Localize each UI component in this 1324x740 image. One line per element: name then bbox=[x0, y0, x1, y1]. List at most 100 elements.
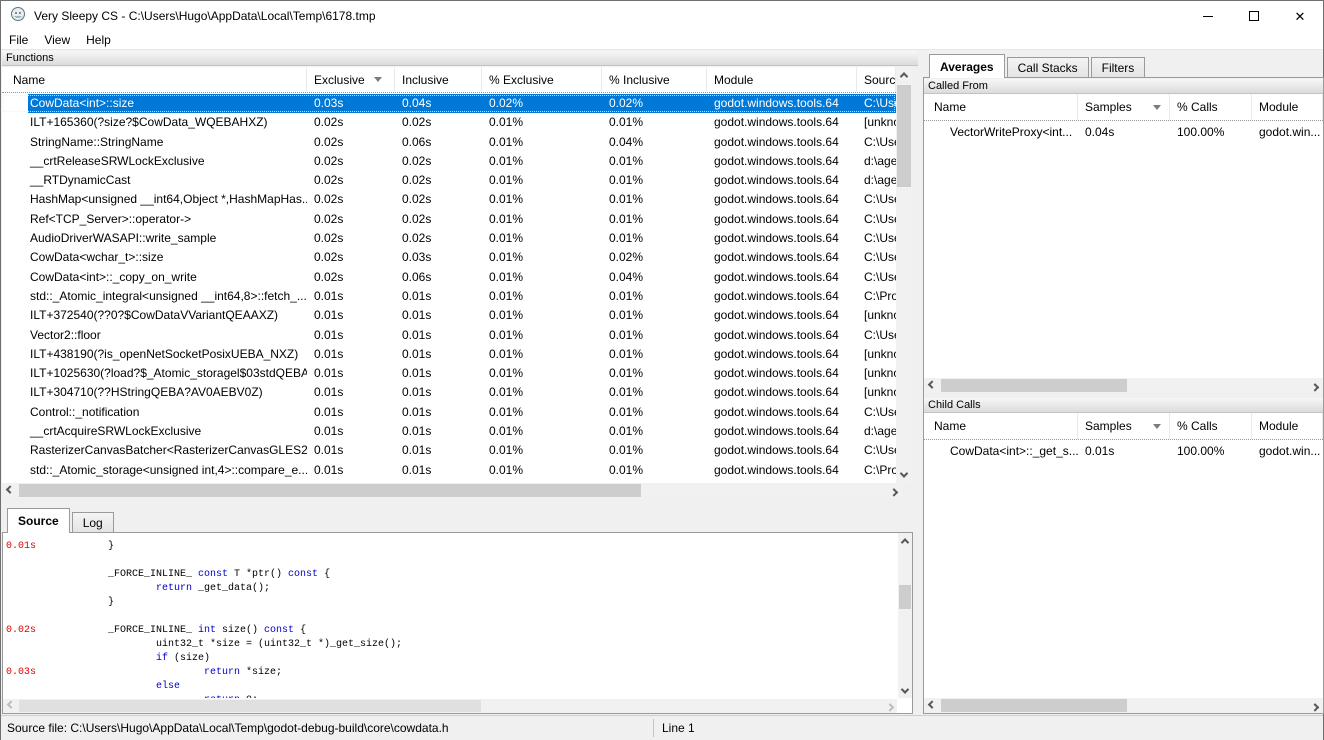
table-row[interactable]: RasterizerCanvasBatcher<RasterizerCanvas… bbox=[2, 441, 896, 460]
cell: VectorWriteProxy<int... bbox=[924, 121, 1078, 143]
col-header-samples[interactable]: Samples bbox=[1078, 413, 1170, 439]
table-row[interactable]: __crtAcquireSRWLockExclusive0.01s0.01s0.… bbox=[2, 422, 896, 441]
title-bar[interactable]: Very Sleepy CS - C:\Users\Hugo\AppData\L… bbox=[1, 1, 1323, 31]
scroll-left-icon[interactable] bbox=[924, 698, 940, 713]
col-header-name[interactable]: Name bbox=[2, 67, 307, 92]
table-row[interactable]: std::_Atomic_integral<unsigned __int64,8… bbox=[2, 287, 896, 306]
col-header-label: Name bbox=[934, 419, 966, 433]
table-row[interactable]: CowData<int>::size0.03s0.04s0.02%0.02%go… bbox=[2, 94, 896, 113]
scroll-left-icon[interactable] bbox=[924, 378, 940, 393]
scroll-right-icon[interactable] bbox=[1307, 378, 1323, 393]
col-header-samples[interactable]: Samples bbox=[1078, 94, 1170, 120]
scroll-up-icon[interactable] bbox=[896, 67, 912, 83]
col-header-module[interactable]: Module bbox=[707, 67, 857, 92]
scroll-thumb[interactable] bbox=[19, 700, 481, 712]
tab-averages[interactable]: Averages bbox=[929, 54, 1005, 78]
tab-log[interactable]: Log bbox=[72, 512, 114, 533]
col-header-calls[interactable]: % Calls bbox=[1170, 413, 1252, 439]
tab-filters[interactable]: Filters bbox=[1091, 57, 1146, 78]
functions-caption-label: Functions bbox=[6, 52, 54, 64]
col-header-source[interactable]: Source bbox=[857, 67, 896, 92]
scroll-down-icon[interactable] bbox=[898, 683, 912, 698]
scroll-thumb[interactable] bbox=[941, 379, 1127, 392]
cell: __crtAcquireSRWLockExclusive bbox=[2, 422, 307, 441]
code-seg: return bbox=[204, 695, 240, 698]
minimize-button[interactable] bbox=[1185, 1, 1231, 31]
code-text: return 0; bbox=[204, 694, 258, 698]
col-header-inclusive[interactable]: % Inclusive bbox=[602, 67, 707, 92]
table-row[interactable]: Ref<TCP_Server>::operator->0.02s0.02s0.0… bbox=[2, 210, 896, 229]
cell: 0.01s bbox=[307, 306, 395, 325]
table-row[interactable]: StringName::StringName0.02s0.06s0.01%0.0… bbox=[2, 133, 896, 152]
close-button[interactable]: ✕ bbox=[1277, 1, 1323, 31]
maximize-button[interactable] bbox=[1231, 1, 1277, 31]
table-row[interactable]: VectorWriteProxy<int...0.04s100.00%godot… bbox=[924, 121, 1323, 143]
cell: godot.windows.tools.64 bbox=[707, 210, 857, 229]
table-row[interactable]: ILT+372540(??0?$CowDataVVariantQEAAXZ)0.… bbox=[2, 306, 896, 325]
table-row[interactable]: HashMap<unsigned __int64,Object *,HashMa… bbox=[2, 190, 896, 209]
cell: 0.01s bbox=[307, 345, 395, 364]
table-row[interactable]: ILT+165360(?size?$CowData_WQEBAHXZ)0.02s… bbox=[2, 113, 896, 132]
menu-item-help[interactable]: Help bbox=[78, 31, 119, 49]
cell: 0.01s bbox=[395, 345, 482, 364]
table-row[interactable]: ILT+438190(?is_openNetSocketPosixUEBA_NX… bbox=[2, 345, 896, 364]
tab-source[interactable]: Source bbox=[7, 508, 70, 533]
scroll-right-icon[interactable] bbox=[882, 699, 897, 713]
col-header-name[interactable]: Name bbox=[924, 94, 1078, 120]
table-row[interactable]: CowData<int>::_copy_on_write0.02s0.06s0.… bbox=[2, 268, 896, 287]
tab-call-stacks[interactable]: Call Stacks bbox=[1007, 57, 1089, 78]
source-vscrollbar[interactable] bbox=[898, 533, 912, 698]
table-row[interactable]: Vector2::floor0.01s0.01s0.01%0.01%godot.… bbox=[2, 326, 896, 345]
called-from-hscrollbar[interactable] bbox=[924, 378, 1323, 393]
scroll-thumb[interactable] bbox=[19, 484, 641, 497]
col-header-exclusive[interactable]: Exclusive bbox=[307, 67, 395, 92]
child-calls-hscrollbar[interactable] bbox=[924, 698, 1323, 713]
table-row[interactable]: ILT+1025630(?load?$_Atomic_storagel$03st… bbox=[2, 364, 896, 383]
scroll-up-icon[interactable] bbox=[898, 533, 912, 548]
table-row[interactable]: __crtReleaseSRWLockExclusive0.02s0.02s0.… bbox=[2, 152, 896, 171]
col-header-exclusive[interactable]: % Exclusive bbox=[482, 67, 602, 92]
cell: 0.01% bbox=[482, 441, 602, 460]
col-header-inclusive[interactable]: Inclusive bbox=[395, 67, 482, 92]
scroll-left-icon[interactable] bbox=[3, 699, 18, 713]
cell: 0.01% bbox=[482, 190, 602, 209]
called-from-header: NameSamples% CallsModule bbox=[924, 94, 1323, 121]
cell: godot.windows.tools.64 bbox=[707, 268, 857, 287]
table-row[interactable]: CowData<wchar_t>::size0.02s0.03s0.01%0.0… bbox=[2, 248, 896, 267]
col-header-module[interactable]: Module bbox=[1252, 413, 1323, 439]
table-row[interactable]: AudioDriverWASAPI::write_sample0.02s0.02… bbox=[2, 229, 896, 248]
table-row[interactable]: CowData<int>::_get_s...0.01s100.00%godot… bbox=[924, 440, 1323, 462]
table-row[interactable]: __RTDynamicCast0.02s0.02s0.01%0.01%godot… bbox=[2, 171, 896, 190]
scroll-thumb[interactable] bbox=[897, 85, 911, 187]
functions-hscrollbar[interactable] bbox=[2, 483, 902, 498]
cell: HashMap<unsigned __int64,Object *,HashMa… bbox=[2, 190, 307, 209]
source-hscrollbar[interactable] bbox=[3, 699, 897, 713]
scroll-down-icon[interactable] bbox=[896, 467, 912, 483]
app-window: Very Sleepy CS - C:\Users\Hugo\AppData\L… bbox=[0, 0, 1324, 740]
table-row[interactable]: ILT+304710(??HStringQEBA?AV0AEBV0Z)0.01s… bbox=[2, 383, 896, 402]
col-header-label: Samples bbox=[1085, 419, 1132, 433]
functions-vscrollbar[interactable] bbox=[896, 67, 912, 483]
col-header-name[interactable]: Name bbox=[924, 413, 1078, 439]
maximize-icon bbox=[1249, 11, 1259, 21]
cell: ILT+438190(?is_openNetSocketPosixUEBA_NX… bbox=[2, 345, 307, 364]
scroll-right-icon[interactable] bbox=[1307, 698, 1323, 713]
cell: godot.windows.tools.64 bbox=[707, 152, 857, 171]
scroll-left-icon[interactable] bbox=[2, 483, 18, 498]
menu-item-view[interactable]: View bbox=[36, 31, 78, 49]
cell: 0.01% bbox=[482, 422, 602, 441]
cell: 0.01% bbox=[602, 364, 707, 383]
code-seg: uint32_t *size = (uint32_t *)_get_size()… bbox=[156, 639, 402, 650]
table-row[interactable]: std::_Atomic_storage<unsigned int,4>::co… bbox=[2, 461, 896, 480]
scroll-thumb[interactable] bbox=[941, 699, 1127, 712]
cell: StringName::StringName bbox=[2, 133, 307, 152]
col-header-module[interactable]: Module bbox=[1252, 94, 1323, 120]
cell: 0.01% bbox=[482, 133, 602, 152]
scroll-right-icon[interactable] bbox=[886, 483, 902, 498]
scroll-thumb[interactable] bbox=[899, 585, 911, 609]
col-header-calls[interactable]: % Calls bbox=[1170, 94, 1252, 120]
cell: CowData<int>::_copy_on_write bbox=[2, 268, 307, 287]
table-row[interactable]: Control::_notification0.01s0.01s0.01%0.0… bbox=[2, 403, 896, 422]
menu-item-file[interactable]: File bbox=[1, 31, 36, 49]
code-seg: } bbox=[108, 597, 114, 608]
